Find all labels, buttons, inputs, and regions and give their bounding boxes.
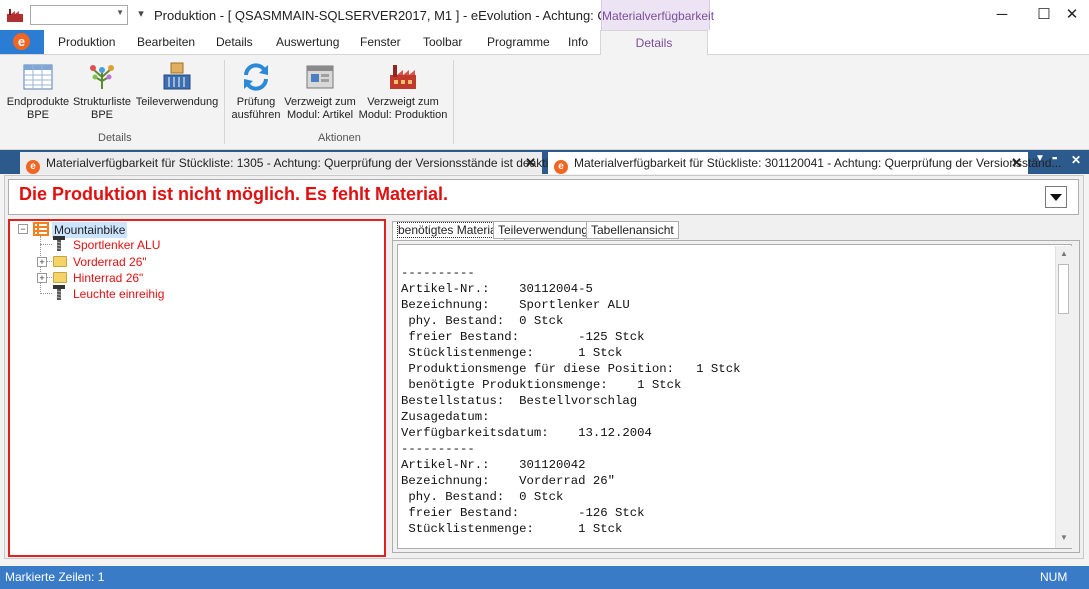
material-detail-textbox[interactable]: ---------- Artikel-Nr.: 30112004-5 Bezei…: [397, 244, 1072, 549]
close-tab-icon[interactable]: ✕: [1011, 152, 1022, 174]
scrollbar-thumb[interactable]: [1058, 264, 1069, 314]
tab-label: Teileverwendung: [498, 223, 589, 237]
tree-connector: [40, 293, 52, 294]
bom-list-icon: [33, 222, 49, 239]
button-label: Modul: Artikel: [286, 109, 354, 121]
customize-quick-access-icon[interactable]: ▾: [134, 7, 148, 21]
banner-dropdown-button[interactable]: [1045, 186, 1067, 208]
tree-expand-toggle[interactable]: +: [37, 257, 47, 267]
doc-tab-title: Materialverfügbarkeit für Stückliste: 13…: [46, 156, 575, 170]
tab-produktion[interactable]: Produktion: [58, 35, 115, 49]
group-label-details: Details: [98, 132, 132, 144]
folder-icon: [53, 256, 67, 267]
context-header-label: Materialverfügbarkeit: [602, 9, 715, 23]
refresh-icon: [240, 61, 272, 93]
tab-auswertung[interactable]: Auswertung: [276, 35, 339, 49]
tab-toolbar[interactable]: Toolbar: [423, 35, 462, 49]
tab-list-dropdown-icon[interactable]: ▼: [1035, 153, 1045, 164]
button-label: Verzweigt zum: [284, 96, 356, 108]
button-label: Strukturliste: [72, 96, 132, 108]
doc-tab-title: Materialverfügbarkeit für Stückliste: 30…: [574, 156, 1062, 170]
tree-node-label: Sportlenker ALU: [73, 238, 161, 252]
eevolution-logo-icon: e: [554, 160, 568, 174]
eevolution-logo-icon: e: [13, 33, 30, 50]
screw-part-icon: [52, 236, 66, 255]
minimize-button[interactable]: ─: [985, 0, 1019, 30]
parts-usage-icon: [161, 61, 193, 93]
error-message: Die Produktion ist nicht möglich. Es feh…: [19, 184, 449, 204]
scroll-down-icon[interactable]: ▼: [1058, 533, 1070, 542]
button-label: BPE: [26, 109, 49, 121]
vertical-scrollbar[interactable]: ▲ ▼: [1055, 246, 1072, 548]
teileverwendung-button[interactable]: Teileverwendung: [134, 61, 220, 109]
tree-node-label: Hinterrad 26": [73, 271, 144, 285]
button-label: Prüfung: [236, 96, 276, 108]
application-menu-button[interactable]: e: [0, 30, 44, 54]
tree-node-label: Vorderrad 26": [73, 255, 147, 269]
factory-app-icon[interactable]: [6, 7, 24, 23]
article-module-icon: [304, 61, 336, 93]
doc-tab-301120041[interactable]: e Materialverfügbarkeit für Stückliste: 3…: [548, 152, 1061, 174]
tree-collapse-toggle[interactable]: −: [18, 224, 28, 234]
group-separator: [453, 60, 454, 144]
tree-node-vorderrad[interactable]: Vorderrad 26": [71, 255, 149, 269]
button-label: Modul: Produktion: [358, 109, 448, 121]
eevolution-logo-icon: e: [26, 160, 40, 174]
tree-connector: [40, 244, 52, 245]
modul-artikel-button[interactable]: Verzweigt zum Modul: Artikel: [284, 61, 356, 122]
tree-expand-toggle[interactable]: +: [37, 273, 47, 283]
num-lock-indicator: NUM: [1040, 570, 1068, 584]
tab-programme[interactable]: Programme: [487, 35, 550, 49]
factory-icon: [387, 61, 419, 93]
quick-access-combobox[interactable]: ▼: [30, 5, 128, 25]
close-document-icon[interactable]: ✕: [1071, 153, 1081, 167]
material-tree-panel: [8, 219, 386, 557]
tab-benoetigtes-material[interactable]: benötigtes Material: [392, 221, 506, 240]
tab-fenster[interactable]: Fenster: [360, 35, 401, 49]
structure-tree-icon: [86, 61, 118, 93]
tab-teileverwendung[interactable]: Teileverwendung: [493, 221, 594, 239]
tab-bearbeiten[interactable]: Bearbeiten: [137, 35, 195, 49]
tab-tabellenansicht[interactable]: Tabellenansicht: [586, 221, 679, 239]
selected-rows-status: Markierte Zeilen: 1: [5, 570, 105, 584]
screw-part-icon: [52, 285, 66, 304]
button-label: ausführen: [231, 109, 281, 121]
group-label-aktionen: Aktionen: [318, 132, 361, 144]
grid-table-icon: [22, 61, 54, 93]
status-bar: [0, 566, 1089, 589]
tab-label: Tabellenansicht: [591, 223, 674, 237]
close-window-button[interactable]: ✕: [1055, 0, 1089, 30]
button-label: Teileverwendung: [135, 96, 219, 108]
close-tab-icon[interactable]: ✕: [525, 152, 536, 174]
tree-node-hinterrad[interactable]: Hinterrad 26": [71, 271, 145, 285]
scroll-up-icon[interactable]: ▲: [1058, 249, 1070, 258]
button-label: BPE: [90, 109, 113, 121]
strukturliste-bpe-button[interactable]: Strukturliste BPE: [72, 61, 132, 122]
modul-produktion-button[interactable]: Verzweigt zum Modul: Produktion: [356, 61, 450, 122]
endprodukte-bpe-button[interactable]: Endprodukte BPE: [6, 61, 70, 122]
context-tab-header: Materialverfügbarkeit: [601, 0, 715, 30]
window-title: Produktion - [ QSASMMAIN-SQLSERVER2017, …: [154, 8, 637, 23]
float-window-icon[interactable]: ▪▪: [1052, 153, 1057, 163]
tab-details[interactable]: Details: [216, 35, 253, 49]
tree-node-leuchte[interactable]: Leuchte einreihig: [71, 287, 166, 301]
button-label: Verzweigt zum: [367, 96, 439, 108]
material-detail-text: ---------- Artikel-Nr.: 30112004-5 Bezei…: [401, 266, 741, 536]
tree-node-sportlenker[interactable]: Sportlenker ALU: [71, 238, 162, 252]
button-label: Endprodukte: [6, 96, 70, 108]
tree-node-label: Leuchte einreihig: [73, 287, 165, 301]
tab-context-details[interactable]: Details: [600, 30, 708, 55]
tab-label: benötigtes Material: [397, 222, 501, 238]
group-separator: [224, 60, 225, 144]
doc-tab-1305[interactable]: e Materialverfügbarkeit für Stückliste: 1…: [20, 152, 574, 174]
pruefung-ausfuehren-button[interactable]: Prüfung ausführen: [228, 61, 284, 122]
context-tab-label: Details: [635, 36, 673, 50]
tab-info[interactable]: Info: [568, 35, 588, 49]
tree-node-mountainbike[interactable]: Mountainbike: [52, 222, 128, 238]
chevron-down-icon: ▼: [116, 8, 124, 17]
folder-icon: [53, 272, 67, 283]
